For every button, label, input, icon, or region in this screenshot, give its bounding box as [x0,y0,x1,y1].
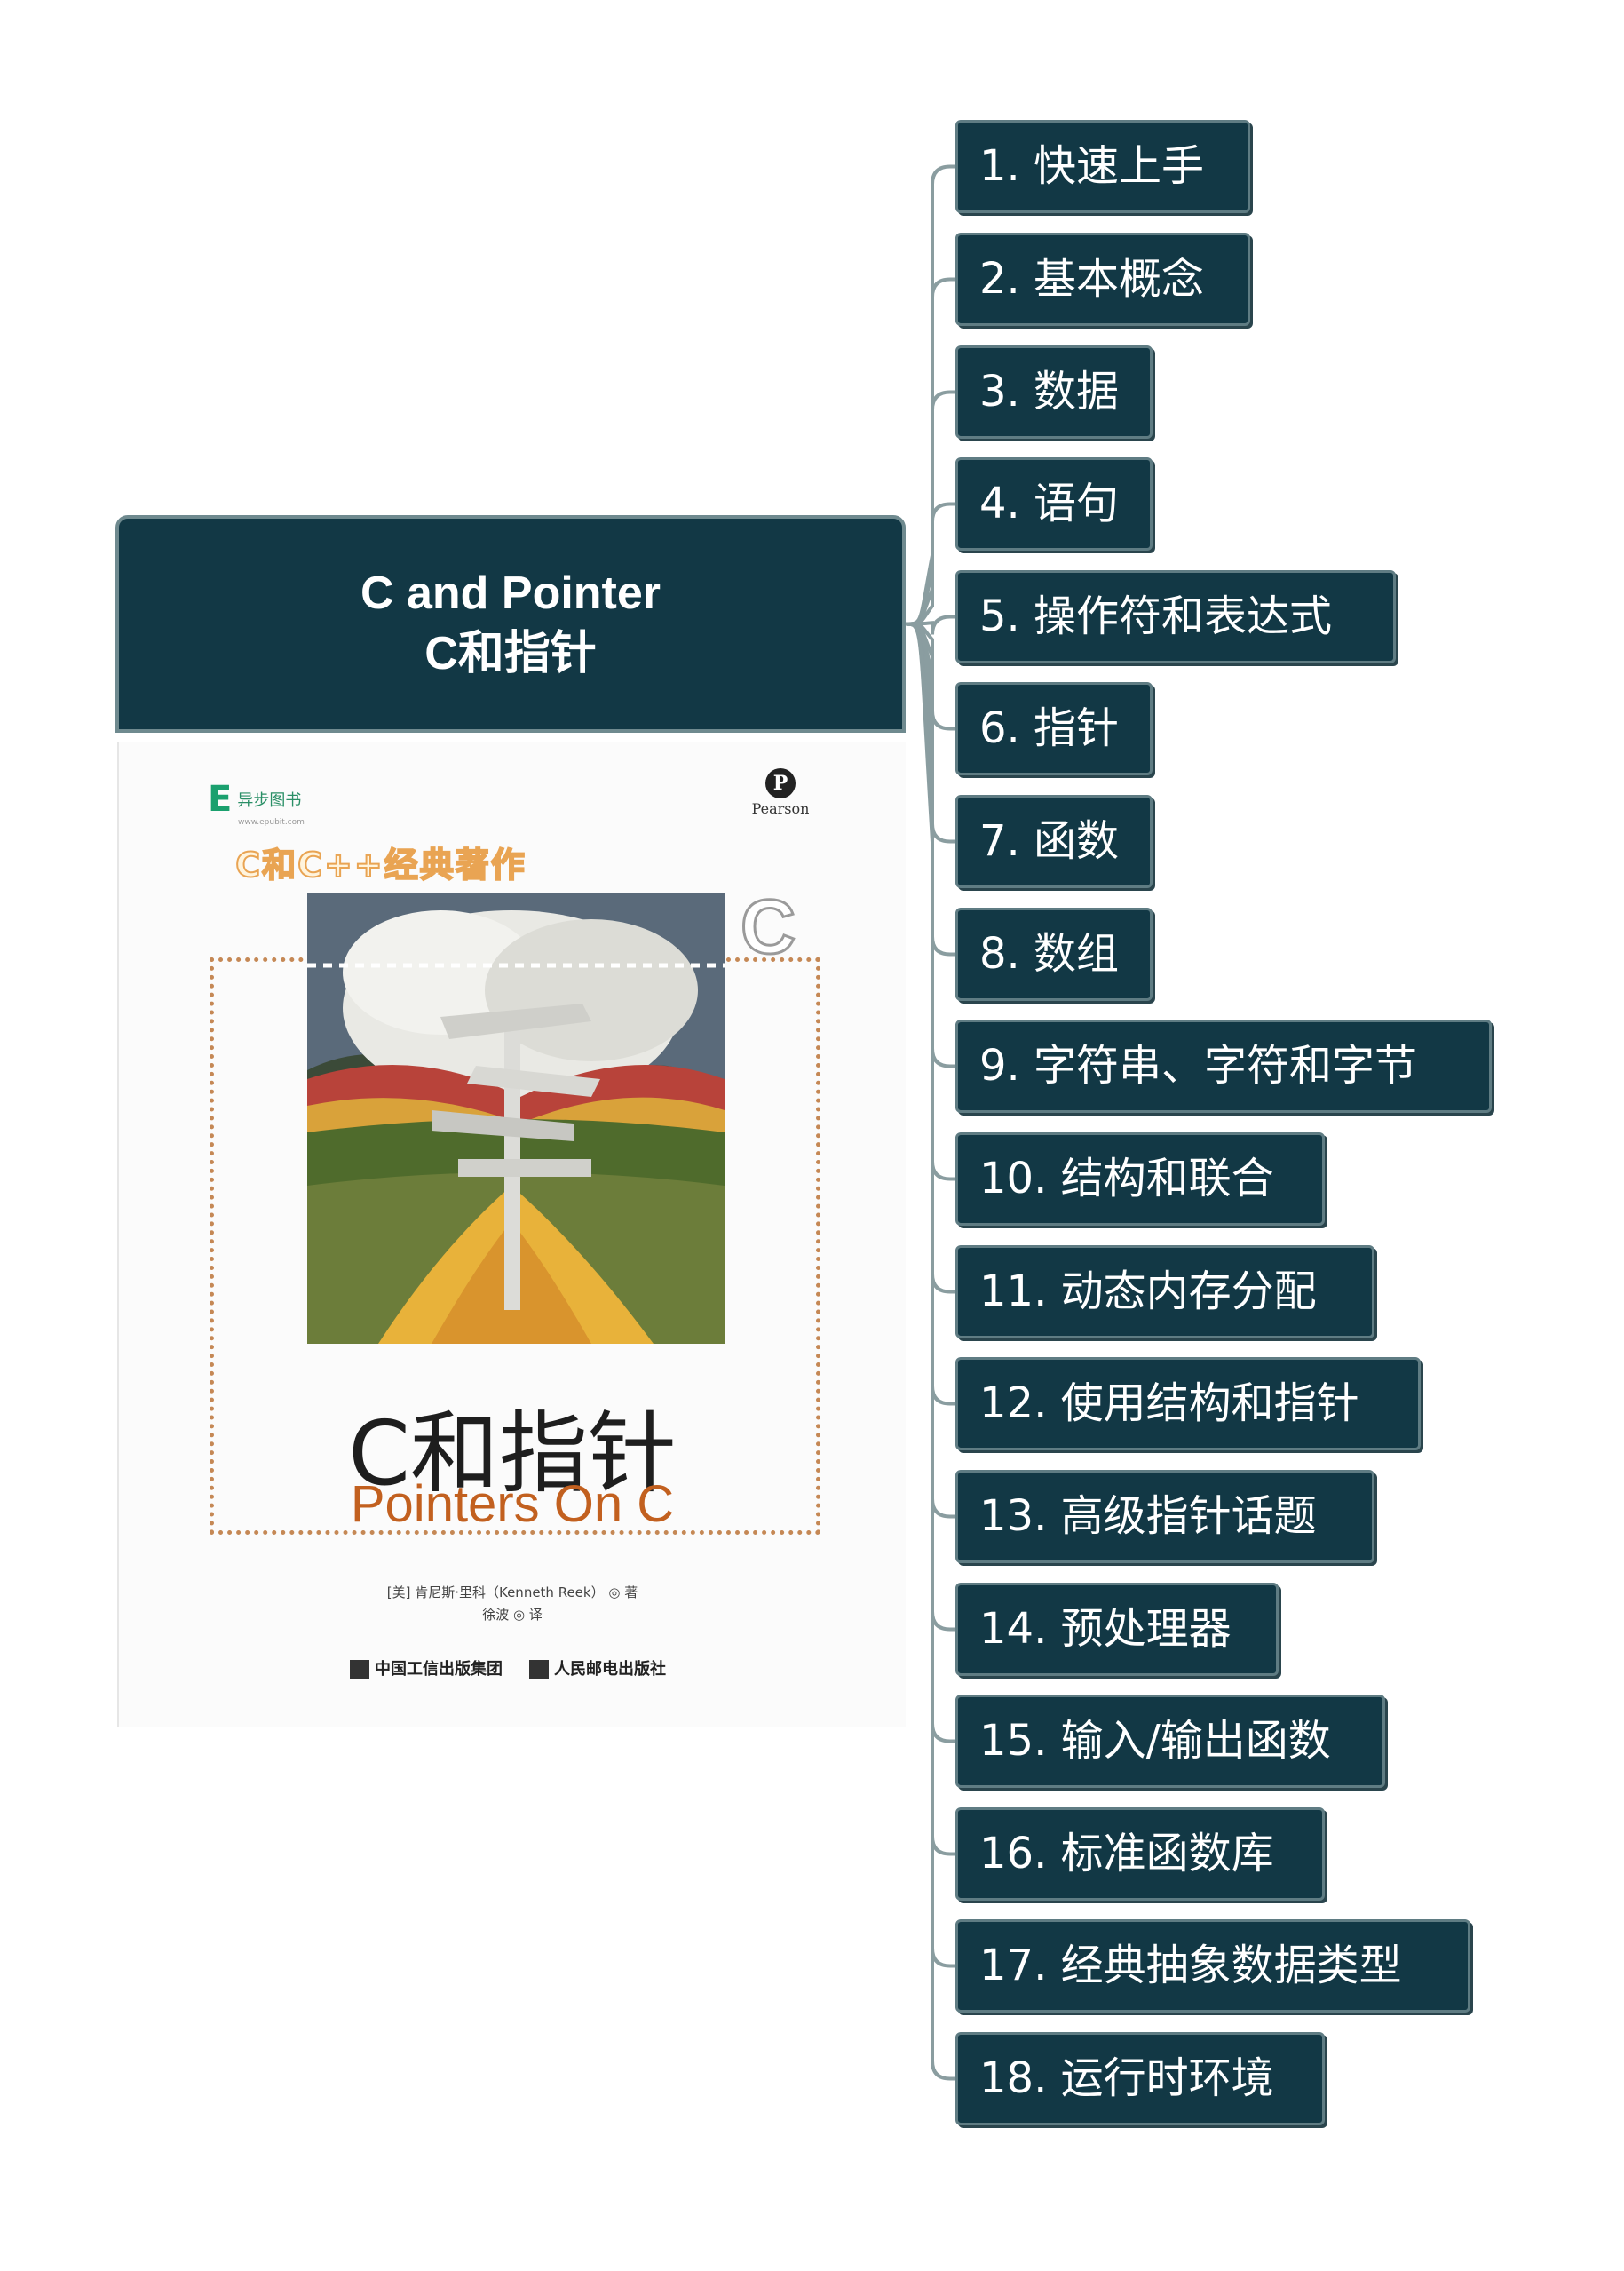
root-title-en: C and Pointer [360,567,661,619]
topic-node[interactable]: 17. 经典抽象数据类型 [955,1919,1470,2013]
cover-publishers: 中国工信出版集团 人民邮电出版社 [350,1656,666,1679]
topic-node[interactable]: 18. 运行时环境 [955,2032,1325,2125]
topic-node[interactable]: 14. 预处理器 [955,1583,1279,1676]
topic-node[interactable]: 8. 数组 [955,908,1153,1001]
topic-node[interactable]: 6. 指针 [955,682,1153,775]
root-title-cn: C和指针 [424,627,597,679]
pearson-name: Pearson [751,800,810,817]
topic-node[interactable]: 4. 语句 [955,457,1153,551]
topic-node[interactable]: 1. 快速上手 [955,120,1250,213]
publisher-logo: E 异步图书 www.epubit.com [208,779,305,827]
publisher-logo-url: www.epubit.com [238,818,305,827]
publisher-1-icon [350,1660,369,1679]
cover-title-en: Pointers On C [350,1475,675,1533]
topic-node[interactable]: 2. 基本概念 [955,233,1250,326]
pearson-logo: P Pearson [745,768,816,817]
series-title: C和C++经典著作 [234,845,527,885]
topic-node[interactable]: 11. 动态内存分配 [955,1245,1374,1338]
publisher-1-name: 中国工信出版集团 [375,1660,503,1679]
topic-node[interactable]: 7. 函数 [955,795,1153,888]
signpost-illustration [307,893,725,1344]
publisher-2: 人民邮电出版社 [529,1656,666,1679]
topic-node[interactable]: 13. 高级指针话题 [955,1470,1374,1563]
topic-node[interactable]: 12. 使用结构和指针 [955,1357,1421,1450]
connector-line [905,502,955,626]
topic-node[interactable]: 5. 操作符和表达式 [955,570,1396,663]
publisher-2-icon [529,1660,549,1679]
topic-node[interactable]: 3. 数据 [955,345,1153,439]
topic-node[interactable]: 16. 标准函数库 [955,1807,1325,1901]
topic-node[interactable]: 9. 字符串、字符和字节 [955,1020,1492,1113]
pearson-icon: P [765,768,796,798]
topic-node[interactable]: 15. 输入/输出函数 [955,1695,1385,1788]
cover-translator: 徐波 ◎ 译 [482,1607,543,1623]
book-cover-image: E 异步图书 www.epubit.com P Pearson C和C++经典著… [117,742,906,1727]
root-node[interactable]: C and Pointer C和指针 [115,515,906,733]
topic-node[interactable]: 10. 结构和联合 [955,1132,1325,1226]
publisher-2-name: 人民邮电出版社 [554,1660,666,1679]
publisher-1: 中国工信出版集团 [350,1656,503,1679]
cover-author: [美] 肯尼斯·里科（Kenneth Reek） ◎ 著 [386,1584,638,1600]
publisher-logo-text: 异步图书 [237,791,302,810]
publisher-logo-icon: E [208,779,233,820]
